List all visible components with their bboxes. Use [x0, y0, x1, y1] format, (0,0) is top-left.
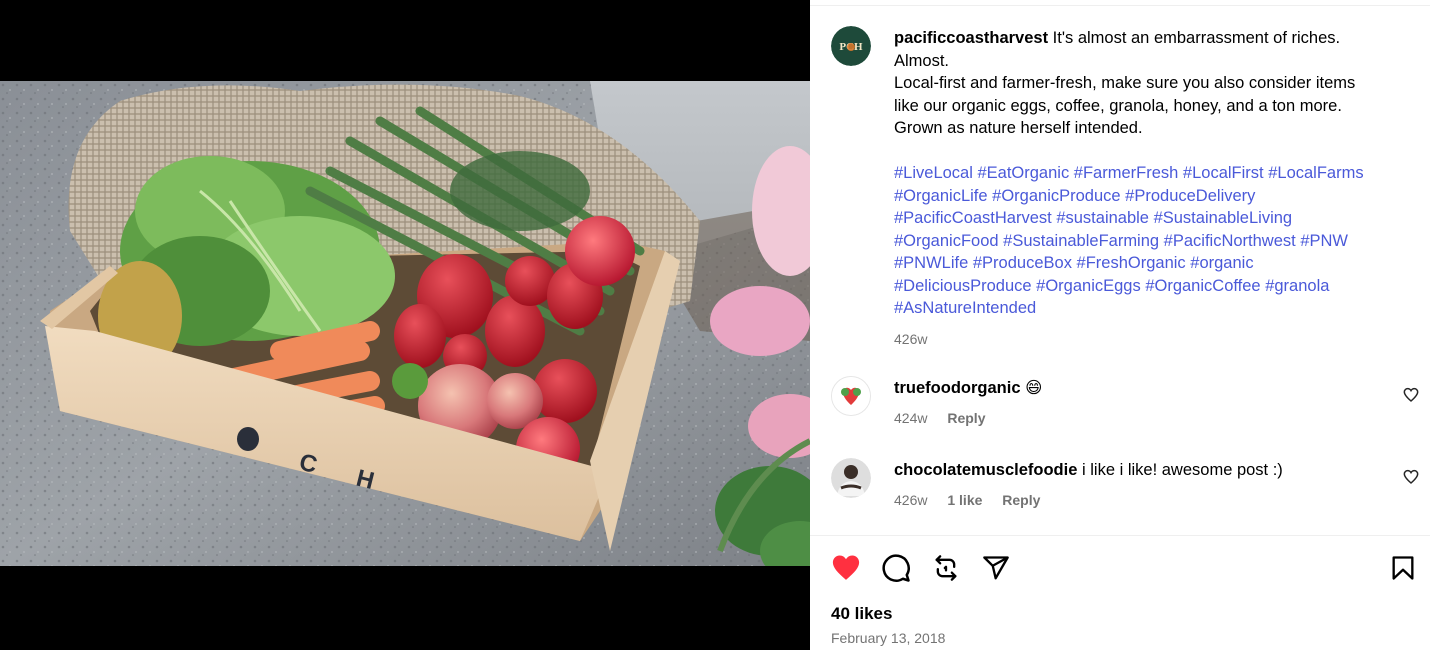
comment-likes-count[interactable]: 1 like	[947, 492, 982, 508]
hashtag-link[interactable]: #organic	[1190, 254, 1253, 272]
comment-meta: 424w Reply	[894, 410, 985, 426]
caption-line: Grown as nature herself intended.	[894, 119, 1143, 137]
hashtag-link[interactable]: #ProduceDelivery	[1125, 187, 1255, 205]
hashtag-row: #AsNatureIntended	[894, 297, 1394, 320]
hashtag-link[interactable]: #LocalFarms	[1268, 164, 1363, 182]
hashtag-link[interactable]: #OrganicFood	[894, 232, 999, 250]
author-avatar[interactable]: PCH	[831, 26, 871, 66]
commenter-avatar[interactable]	[831, 458, 871, 498]
post-photo[interactable]: C H	[0, 81, 810, 566]
hashtag-link[interactable]: #PNW	[1300, 232, 1348, 250]
hashtag-link[interactable]: #OrganicCoffee	[1145, 277, 1260, 295]
post-caption: pacificcoastharvest It's almost an embar…	[894, 27, 1394, 350]
share-button[interactable]	[980, 552, 1012, 584]
like-button[interactable]	[830, 552, 862, 584]
actions-divider	[810, 535, 1430, 536]
comment-text: i like i like! awesome post :)	[1081, 461, 1283, 479]
hashtag-row: #OrganicFood #SustainableFarming #Pacifi…	[894, 230, 1394, 253]
heart-filled-icon	[832, 555, 860, 580]
save-button[interactable]	[1387, 552, 1419, 584]
hashtag-link[interactable]: #OrganicProduce	[992, 187, 1120, 205]
post-details-panel: PCH pacificcoastharvest It's almost an e…	[810, 0, 1430, 650]
caption-line: It's almost an embarrassment of riches.	[1052, 29, 1341, 47]
post-date[interactable]: February 13, 2018	[831, 630, 945, 646]
hashtag-link[interactable]: #LocalFirst	[1183, 164, 1264, 182]
hashtag-row: #DeliciousProduce #OrganicEggs #OrganicC…	[894, 275, 1394, 298]
hashtag-link[interactable]: #SustainableLiving	[1154, 209, 1293, 227]
top-divider	[810, 5, 1430, 6]
author-username[interactable]: pacificcoastharvest	[894, 29, 1048, 47]
caption-line: Local-first and farmer-fresh, make sure …	[894, 74, 1356, 92]
bookmark-icon	[1392, 556, 1414, 580]
hashtag-link[interactable]: #OrganicLife	[894, 187, 988, 205]
hashtag-link[interactable]: #LiveLocal	[894, 164, 973, 182]
comment-bubble-icon	[882, 554, 910, 582]
hashtag-link[interactable]: #FarmerFresh	[1074, 164, 1179, 182]
hashtag-link[interactable]: #PNWLife	[894, 254, 968, 272]
comment-username[interactable]: truefoodorganic	[894, 379, 1021, 397]
hashtag-list: #LiveLocal #EatOrganic #FarmerFresh #Loc…	[894, 162, 1394, 320]
repost-button[interactable]	[930, 552, 962, 584]
comment-text: 😄	[1025, 379, 1043, 397]
comment-body: chocolatemusclefoodie i like i like! awe…	[894, 459, 1374, 481]
hashtag-link[interactable]: #PacificCoastHarvest	[894, 209, 1052, 227]
caption-age: 426w	[894, 330, 928, 347]
hashtag-link[interactable]: #SustainableFarming	[1003, 232, 1159, 250]
hashtag-row: #PacificCoastHarvest #sustainable #Susta…	[894, 207, 1394, 230]
comment-username[interactable]: chocolatemusclefoodie	[894, 461, 1077, 479]
caption-line: Almost.	[894, 51, 950, 70]
comment-button[interactable]	[880, 552, 912, 584]
hashtag-link[interactable]: #DeliciousProduce	[894, 277, 1032, 295]
hashtag-row: #PNWLife #ProduceBox #FreshOrganic #orga…	[894, 252, 1394, 275]
hashtag-link[interactable]: #EatOrganic	[977, 164, 1069, 182]
hashtag-link[interactable]: #OrganicEggs	[1036, 277, 1141, 295]
repost-icon	[935, 555, 957, 581]
reply-button[interactable]: Reply	[1002, 492, 1040, 508]
comment-like-heart-icon[interactable]	[1403, 387, 1419, 403]
comment-body: truefoodorganic 😄	[894, 377, 1374, 399]
share-icon	[983, 556, 1009, 580]
post-media[interactable]: C H	[0, 0, 810, 650]
hashtag-row: #LiveLocal #EatOrganic #FarmerFresh #Loc…	[894, 162, 1394, 185]
comment-age: 424w	[894, 410, 928, 426]
hashtag-link[interactable]: #sustainable	[1056, 209, 1149, 227]
likes-count[interactable]: 40 likes	[831, 604, 892, 624]
hashtag-link[interactable]: #AsNatureIntended	[894, 299, 1036, 317]
comment-age: 426w	[894, 492, 928, 508]
hashtag-row: #OrganicLife #OrganicProduce #ProduceDel…	[894, 185, 1394, 208]
caption-line: like our organic eggs, coffee, granola, …	[894, 96, 1342, 115]
reply-button[interactable]: Reply	[947, 410, 985, 426]
comment-meta: 426w 1 like Reply	[894, 492, 1040, 508]
comment-like-heart-icon[interactable]	[1403, 469, 1419, 485]
hashtag-link[interactable]: #PacificNorthwest	[1164, 232, 1296, 250]
hashtag-link[interactable]: #ProduceBox	[973, 254, 1072, 272]
commenter-avatar[interactable]	[831, 376, 871, 416]
hashtag-link[interactable]: #granola	[1265, 277, 1329, 295]
hashtag-link[interactable]: #FreshOrganic	[1077, 254, 1186, 272]
